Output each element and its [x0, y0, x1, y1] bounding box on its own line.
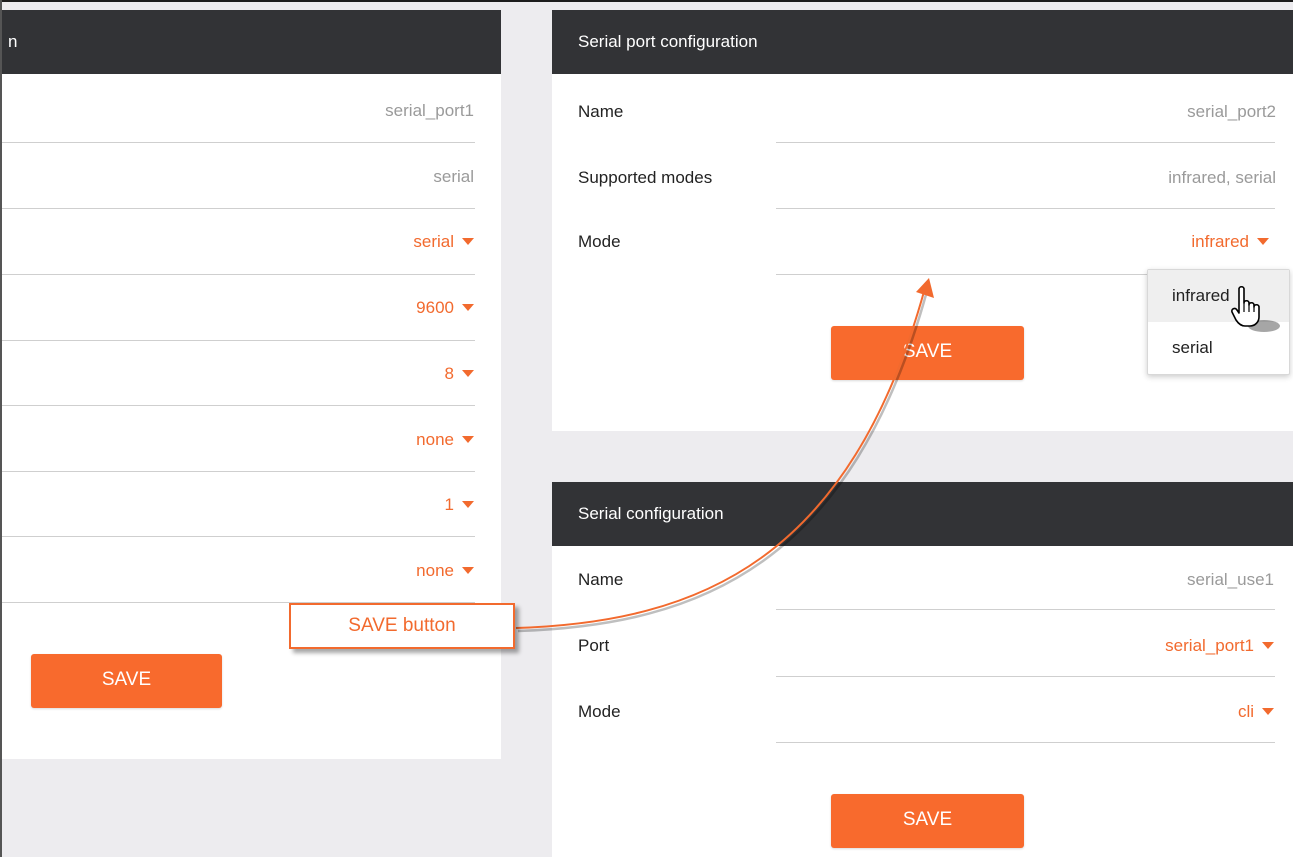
callout-label: SAVE button [348, 615, 456, 636]
save-button-callout: SAVE button [289, 603, 515, 649]
curved-arrow-icon [515, 278, 934, 633]
